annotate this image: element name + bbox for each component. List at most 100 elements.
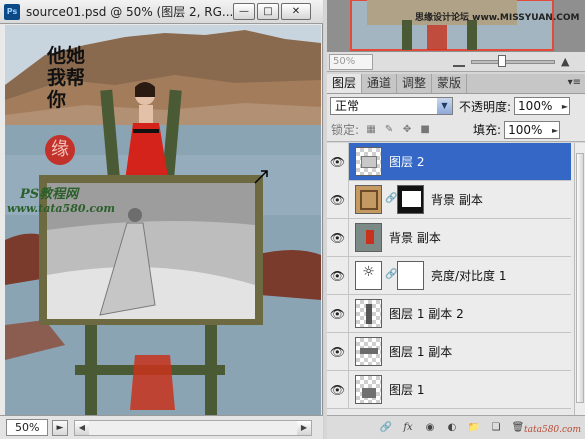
layer-row[interactable]: 👁 图层 1 副本 2 [327,295,571,333]
eye-icon[interactable]: 👁 [327,295,349,333]
navigator-zoom-field[interactable]: 50% [329,53,373,70]
document-window: Ps source01.psd @ 50% (图层 2, RG... — □ ✕ [0,0,323,439]
layer-row[interactable]: 👁 🔗 背景 副本 [327,181,571,219]
document-titlebar[interactable]: Ps source01.psd @ 50% (图层 2, RG... — □ ✕ [0,0,323,24]
lock-transparent-icon[interactable]: ▦ [365,124,377,136]
lock-label: 锁定: [331,123,360,137]
layer-name[interactable]: 背景 副本 [389,219,441,257]
link-chain-icon[interactable]: 🔗 [385,193,397,204]
layer-name[interactable]: 图层 2 [389,143,424,181]
eye-icon[interactable]: 👁 [327,333,349,371]
layer-row[interactable]: 👁 图层 1 副本 [327,333,571,371]
scroll-left-icon[interactable]: ◀ [75,420,89,435]
opacity-label: 不透明度: [459,99,512,114]
chevron-down-icon: ▼ [437,98,452,114]
canvas-seal: 缘 [45,135,75,165]
layer-thumbnail [355,223,382,252]
lock-fill-row: 锁定: ▦ ✎ ✥ ■ 填充: 100% ► [327,118,585,142]
lock-image-icon[interactable]: ✎ [383,124,395,136]
new-group-icon[interactable]: 📁 [467,421,481,435]
layer-style-fx-icon[interactable]: fx [401,421,415,435]
layer-row[interactable]: 👁 图层 2 [327,143,571,181]
layer-mask-thumbnail[interactable] [397,185,424,214]
link-chain-icon[interactable]: 🔗 [385,269,397,280]
layer-name[interactable]: 图层 1 副本 [389,333,452,371]
eye-icon[interactable]: 👁 [327,219,349,257]
document-title: source01.psd @ 50% (图层 2, RG... [26,5,234,19]
document-statusbar: 50% ► ◀ ▶ [0,415,323,439]
close-button[interactable]: ✕ [281,3,311,20]
panel-menu-icon[interactable]: ▾≡ [568,77,581,88]
layer-name[interactable]: 图层 1 [389,371,424,409]
blend-mode-select[interactable]: 正常 ▼ [330,97,453,115]
layer-row[interactable]: 👁 图层 1 [327,371,571,409]
status-menu-button[interactable]: ► [52,419,68,436]
tab-masks[interactable]: 蒙版 [432,74,468,93]
tab-layers[interactable]: 图层 [327,74,363,93]
zoom-out-icon[interactable] [453,57,465,67]
canvas-watermark-2: www.tata580.com [7,202,116,215]
canvas-watermark-1: PS教程网 [20,187,79,202]
menu-arrow-icon: ► [56,422,64,433]
lock-all-icon[interactable]: ■ [419,124,431,136]
layer-thumbnail [355,375,382,404]
layer-mask-thumbnail[interactable] [397,261,424,290]
zoom-slider[interactable] [471,54,555,67]
layer-name[interactable]: 图层 1 副本 2 [389,295,464,333]
eye-icon[interactable]: 👁 [327,371,349,409]
zoom-field[interactable]: 50% [6,419,48,436]
fill-label: 填充: [473,123,502,137]
opacity-slider-arrow-icon[interactable]: ► [562,99,568,115]
zoom-in-icon[interactable]: ▲ [561,55,569,68]
right-panel-dock: 思缘设计论坛 www.MISSYUAN.COM 50% ▲ 图层 通道 调整 蒙… [324,0,585,439]
footer-watermark: tata580.com [524,425,581,435]
link-layers-icon[interactable]: 🔗 [379,421,393,435]
fill-value: 100% [508,122,543,137]
layers-panel-tabs: 图层 通道 调整 蒙版 ▾≡ [327,74,585,94]
layer-row[interactable]: 👁 ☼ 🔗 亮度/对比度 1 [327,257,571,295]
close-icon: ✕ [291,6,301,17]
layers-list: 👁 图层 2 👁 🔗 背景 副本 👁 背景 副本 👁 ☼ 🔗 亮度/对比度 1 … [327,143,585,415]
adjustment-layer-icon[interactable]: ◐ [445,421,459,435]
fill-slider-arrow-icon[interactable]: ► [552,123,558,139]
layer-thumbnail [355,337,382,366]
blend-mode-value: 正常 [335,99,360,113]
opacity-field[interactable]: 100% ► [514,97,571,115]
layer-thumbnail [355,299,382,328]
blend-opacity-row: 正常 ▼ 不透明度: 100% ► [327,94,585,118]
fill-field[interactable]: 100% ► [504,120,561,139]
add-mask-icon[interactable]: ◉ [423,421,437,435]
layer-thumbnail [355,185,382,214]
minimize-button[interactable]: — [233,3,255,20]
new-layer-icon[interactable]: ❏ [489,421,503,435]
scroll-right-icon[interactable]: ▶ [297,420,311,435]
zoom-slider-handle[interactable] [498,54,506,67]
eye-icon[interactable]: 👁 [327,143,349,181]
layer-name[interactable]: 亮度/对比度 1 [431,257,507,295]
minimize-icon: — [239,6,249,17]
navigator-zoom-row: 50% ▲ [327,52,585,72]
navigator-watermark: 思缘设计论坛 www.MISSYUAN.COM [415,13,580,23]
delete-layer-icon[interactable]: 🗑 [511,421,525,435]
navigator-preview[interactable]: 思缘设计论坛 www.MISSYUAN.COM [327,0,585,52]
layer-row[interactable]: 👁 背景 副本 [327,219,571,257]
opacity-value: 100% [518,99,553,113]
image-canvas[interactable]: 他她我帮你 缘 PS教程网 www.tata580.com [5,25,321,415]
tab-channels[interactable]: 通道 [362,74,398,93]
layers-vertical-scrollbar[interactable] [574,143,585,415]
adjustment-thumbnail: ☼ [355,261,382,290]
navigator-thumbnail [327,0,585,52]
photoshop-logo-icon: Ps [4,3,20,20]
scrollbar-thumb[interactable] [576,153,584,403]
layer-thumbnail [355,147,382,176]
layer-name[interactable]: 背景 副本 [431,181,483,219]
lock-position-icon[interactable]: ✥ [401,124,413,136]
restore-button[interactable]: □ [257,3,279,20]
tab-adjustments[interactable]: 调整 [397,74,433,93]
restore-icon: □ [263,6,273,17]
horizontal-scrollbar[interactable]: ◀ ▶ [74,419,312,436]
brightness-icon: ☼ [362,264,375,280]
eye-icon[interactable]: 👁 [327,257,349,295]
canvas-calligraphy: 他她我帮你 [47,45,86,111]
eye-icon[interactable]: 👁 [327,181,349,219]
